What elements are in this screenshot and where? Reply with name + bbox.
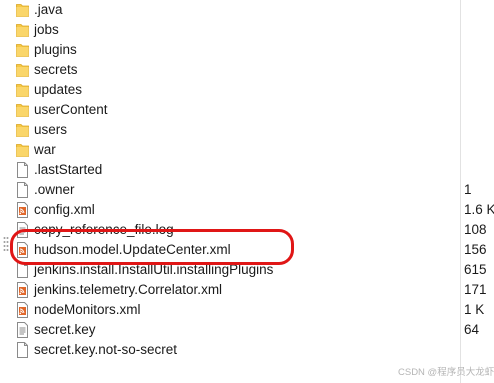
file-size: 171 xyxy=(464,282,487,297)
file-size: 1 xyxy=(464,182,472,197)
folder-icon xyxy=(16,22,29,38)
file-icon xyxy=(16,182,29,198)
file-row[interactable]: secret.key.not-so-secret xyxy=(0,340,494,360)
file-name: .owner xyxy=(34,182,75,197)
file-name: .lastStarted xyxy=(34,162,103,177)
folder-row[interactable]: updates xyxy=(0,80,494,100)
file-name: secret.key.not-so-secret xyxy=(34,342,178,357)
file-size: 64 xyxy=(464,322,480,337)
folder-icon xyxy=(16,142,29,158)
folder-icon xyxy=(16,62,29,78)
folder-row[interactable]: .java xyxy=(0,0,494,20)
xml-file-icon xyxy=(16,202,29,218)
file-name: .java xyxy=(34,2,63,17)
column-divider[interactable] xyxy=(460,0,461,383)
xml-file-icon xyxy=(16,302,29,318)
file-name: updates xyxy=(34,82,83,97)
file-name: nodeMonitors.xml xyxy=(34,302,141,317)
folder-row[interactable]: secrets xyxy=(0,60,494,80)
file-row[interactable]: .owner 1 xyxy=(0,180,494,200)
folder-row[interactable]: war xyxy=(0,140,494,160)
file-name: secrets xyxy=(34,62,78,77)
file-name: config.xml xyxy=(34,202,95,217)
watermark: CSDN @程序员大龙虾 xyxy=(398,367,494,378)
file-row[interactable]: nodeMonitors.xml 1 K xyxy=(0,300,494,320)
file-size: 1.6 K xyxy=(464,202,494,217)
xml-file-icon xyxy=(16,282,29,298)
folder-icon xyxy=(16,82,29,98)
file-row[interactable]: jenkins.telemetry.Correlator.xml 171 xyxy=(0,280,494,300)
file-name: war xyxy=(34,142,56,157)
folder-icon xyxy=(16,122,29,138)
text-file-icon xyxy=(16,322,29,338)
file-size: 1 K xyxy=(464,302,485,317)
file-size: 615 xyxy=(464,262,487,277)
file-size: 108 xyxy=(464,222,487,237)
highlight-annotation xyxy=(10,229,294,265)
file-icon xyxy=(16,162,29,178)
file-row[interactable]: .lastStarted xyxy=(0,160,494,180)
folder-row[interactable]: userContent xyxy=(0,100,494,120)
file-name: userContent xyxy=(34,102,108,117)
file-name: jenkins.telemetry.Correlator.xml xyxy=(34,282,223,297)
file-name: plugins xyxy=(34,42,77,57)
folder-row[interactable]: plugins xyxy=(0,40,494,60)
folder-icon xyxy=(16,42,29,58)
drag-handle-icon[interactable] xyxy=(3,235,9,253)
folder-row[interactable]: users xyxy=(0,120,494,140)
folder-icon xyxy=(16,102,29,118)
folder-row[interactable]: jobs xyxy=(0,20,494,40)
file-row[interactable]: config.xml 1.6 K xyxy=(0,200,494,220)
file-name: users xyxy=(34,122,68,137)
file-icon xyxy=(16,342,29,358)
file-row[interactable]: secret.key 64 xyxy=(0,320,494,340)
file-size: 156 xyxy=(464,242,487,257)
folder-icon xyxy=(16,2,29,18)
file-name: secret.key xyxy=(34,322,96,337)
file-name: jobs xyxy=(34,22,59,37)
